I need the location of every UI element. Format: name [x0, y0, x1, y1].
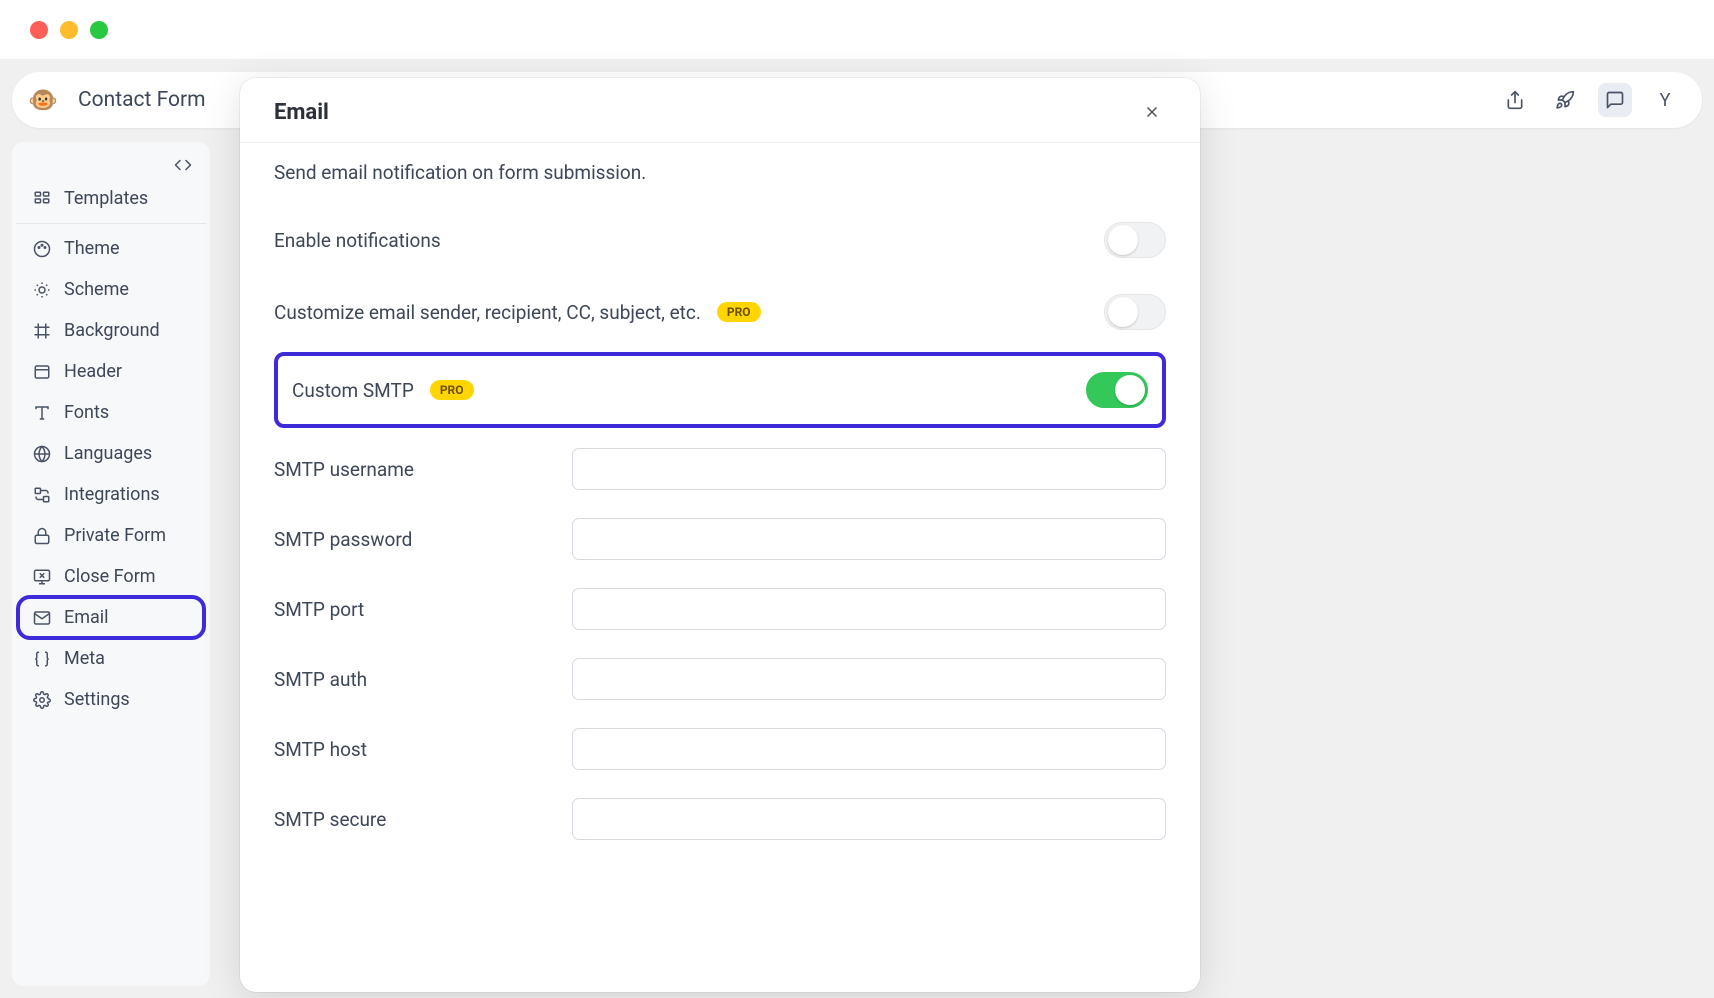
integrations-icon: [32, 486, 52, 504]
modal-header: Email: [240, 78, 1200, 143]
smtp-password-label: SMTP password: [274, 528, 572, 551]
modal-subtitle: Send email notification on form submissi…: [274, 161, 1166, 184]
sidebar-item-background[interactable]: Background: [16, 310, 206, 351]
enable-notifications-toggle[interactable]: [1104, 222, 1166, 258]
smtp-username-label: SMTP username: [274, 458, 572, 481]
sidebar-item-label: Email: [64, 607, 109, 628]
templates-icon: [32, 190, 52, 208]
window-zoom-icon[interactable]: [90, 21, 108, 39]
sidebar-item-private-form[interactable]: Private Form: [16, 515, 206, 556]
monitor-x-icon: [32, 568, 52, 586]
form-title: Contact Form: [78, 88, 206, 112]
rocket-icon[interactable]: [1548, 83, 1582, 117]
window-minimize-icon[interactable]: [60, 21, 78, 39]
smtp-username-row: SMTP username: [274, 434, 1166, 504]
sidebar-item-settings[interactable]: Settings: [16, 679, 206, 720]
smtp-secure-row: SMTP secure: [274, 784, 1166, 854]
email-settings-modal: Email Send email notification on form su…: [240, 78, 1200, 992]
type-icon: [32, 404, 52, 422]
sidebar-item-integrations[interactable]: Integrations: [16, 474, 206, 515]
smtp-auth-label: SMTP auth: [274, 668, 572, 691]
sidebar-item-email[interactable]: Email: [20, 599, 202, 636]
code-icon[interactable]: [174, 156, 192, 174]
sidebar-item-close-form[interactable]: Close Form: [16, 556, 206, 597]
modal-title: Email: [274, 100, 329, 125]
sidebar-item-label: Header: [64, 361, 122, 382]
custom-smtp-label: Custom SMTP: [292, 379, 414, 402]
palette-icon: [32, 240, 52, 258]
smtp-host-row: SMTP host: [274, 714, 1166, 784]
sidebar-item-templates[interactable]: Templates: [16, 178, 206, 219]
braces-icon: [32, 650, 52, 668]
window-close-icon[interactable]: [30, 21, 48, 39]
sidebar-item-header[interactable]: Header: [16, 351, 206, 392]
divider: [16, 223, 206, 224]
smtp-host-label: SMTP host: [274, 738, 572, 761]
mail-icon: [32, 609, 52, 627]
pro-badge: PRO: [430, 380, 474, 400]
smtp-username-input[interactable]: [572, 448, 1166, 490]
sidebar-item-fonts[interactable]: Fonts: [16, 392, 206, 433]
sidebar-item-label: Close Form: [64, 566, 156, 587]
sidebar-item-label: Meta: [64, 648, 105, 669]
sidebar-item-languages[interactable]: Languages: [16, 433, 206, 474]
sidebar-item-label: Fonts: [64, 402, 109, 423]
sidebar-item-theme[interactable]: Theme: [16, 228, 206, 269]
close-icon[interactable]: [1138, 98, 1166, 126]
customize-email-row: Customize email sender, recipient, CC, s…: [274, 276, 1166, 348]
sidebar-item-label: Scheme: [64, 279, 129, 300]
smtp-port-label: SMTP port: [274, 598, 572, 621]
frame-icon: [32, 322, 52, 340]
window-titlebar: [0, 0, 1714, 60]
sidebar-item-label: Integrations: [64, 484, 160, 505]
sidebar-item-label: Theme: [64, 238, 120, 259]
smtp-port-row: SMTP port: [274, 574, 1166, 644]
sidebar-item-meta[interactable]: Meta: [16, 638, 206, 679]
smtp-secure-label: SMTP secure: [274, 808, 572, 831]
enable-notifications-label: Enable notifications: [274, 229, 441, 252]
sidebar: Templates Theme Scheme Background: [12, 142, 210, 986]
enable-notifications-row: Enable notifications: [274, 204, 1166, 276]
smtp-auth-input[interactable]: [572, 658, 1166, 700]
globe-icon: [32, 445, 52, 463]
smtp-port-input[interactable]: [572, 588, 1166, 630]
smtp-password-row: SMTP password: [274, 504, 1166, 574]
comment-icon[interactable]: [1598, 83, 1632, 117]
header-icon: [32, 363, 52, 381]
share-icon[interactable]: [1498, 83, 1532, 117]
sun-icon: [32, 281, 52, 299]
sidebar-item-label: Languages: [64, 443, 152, 464]
smtp-auth-row: SMTP auth: [274, 644, 1166, 714]
app-logo-icon: 🐵: [26, 83, 60, 117]
custom-smtp-row: Custom SMTP PRO: [274, 352, 1166, 428]
sidebar-item-label: Templates: [64, 188, 148, 209]
sidebar-item-scheme[interactable]: Scheme: [16, 269, 206, 310]
modal-body[interactable]: Send email notification on form submissi…: [240, 143, 1200, 878]
smtp-host-input[interactable]: [572, 728, 1166, 770]
smtp-password-input[interactable]: [572, 518, 1166, 560]
sidebar-item-label: Private Form: [64, 525, 166, 546]
lock-icon: [32, 527, 52, 545]
sidebar-item-label: Background: [64, 320, 160, 341]
pro-badge: PRO: [717, 302, 761, 322]
avatar-letter[interactable]: Y: [1648, 83, 1682, 117]
sidebar-item-label: Settings: [64, 689, 130, 710]
customize-email-toggle[interactable]: [1104, 294, 1166, 330]
custom-smtp-toggle[interactable]: [1086, 372, 1148, 408]
smtp-secure-input[interactable]: [572, 798, 1166, 840]
customize-email-label: Customize email sender, recipient, CC, s…: [274, 301, 701, 324]
gear-icon: [32, 691, 52, 709]
